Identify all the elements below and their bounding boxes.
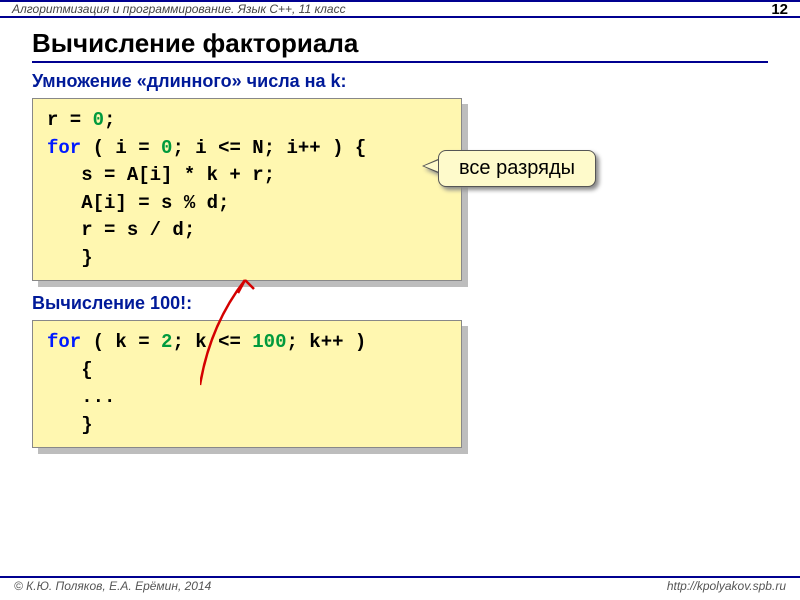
t: A[i] = s % d;: [47, 192, 229, 214]
t: 2: [161, 331, 172, 353]
t: ...: [47, 386, 115, 408]
t: }: [47, 247, 93, 269]
t: ; k: [172, 331, 206, 353]
t: ;: [104, 109, 115, 131]
t: 100: [252, 331, 286, 353]
header-bar: Алгоритмизация и программирование. Язык …: [0, 0, 800, 18]
t: r = s / d;: [47, 219, 195, 241]
code-block-2: for ( k = 2; k <= 100; k++ ) { ... }: [32, 320, 462, 448]
t: 0: [93, 109, 104, 131]
page-title: Вычисление факториала: [32, 28, 768, 63]
footer-bar: © К.Ю. Поляков, Е.А. Ерёмин, 2014 http:/…: [0, 576, 800, 594]
code-block-1-wrap: r = 0; for ( i = 0; i <= N; i++ ) { s = …: [32, 98, 462, 281]
t: for: [47, 137, 81, 159]
t: 0: [161, 137, 172, 159]
section1-heading: Умножение «длинного» числа на k:: [32, 71, 768, 92]
t: =: [127, 331, 161, 353]
t: <= N; i++ ) {: [207, 137, 367, 159]
slide-content: Вычисление факториала Умножение «длинног…: [0, 18, 800, 448]
code-block-1: r = 0; for ( i = 0; i <= N; i++ ) { s = …: [32, 98, 462, 281]
t: =: [58, 109, 92, 131]
page-number: 12: [771, 1, 788, 18]
code-block-2-wrap: for ( k = 2; k <= 100; k++ ) { ... }: [32, 320, 462, 448]
t: <=: [207, 331, 253, 353]
course-title: Алгоритмизация и программирование. Язык …: [12, 2, 771, 16]
callout-text: все разряды: [438, 150, 596, 187]
t: {: [47, 359, 93, 381]
t: ( k: [81, 331, 127, 353]
copyright: © К.Ю. Поляков, Е.А. Ерёмин, 2014: [14, 579, 211, 593]
t: ( i: [81, 137, 127, 159]
t: ; k++ ): [287, 331, 367, 353]
callout-all-digits: все разряды: [438, 150, 596, 187]
section2-heading: Вычисление 100!:: [32, 293, 768, 314]
t: =: [127, 137, 161, 159]
callout-tail: [424, 160, 439, 172]
footer-url: http://kpolyakov.spb.ru: [667, 579, 786, 593]
t: for: [47, 331, 81, 353]
t: r: [47, 109, 58, 131]
t: ; i: [172, 137, 206, 159]
t: }: [47, 414, 93, 436]
t: s = A[i] * k + r;: [47, 164, 275, 186]
